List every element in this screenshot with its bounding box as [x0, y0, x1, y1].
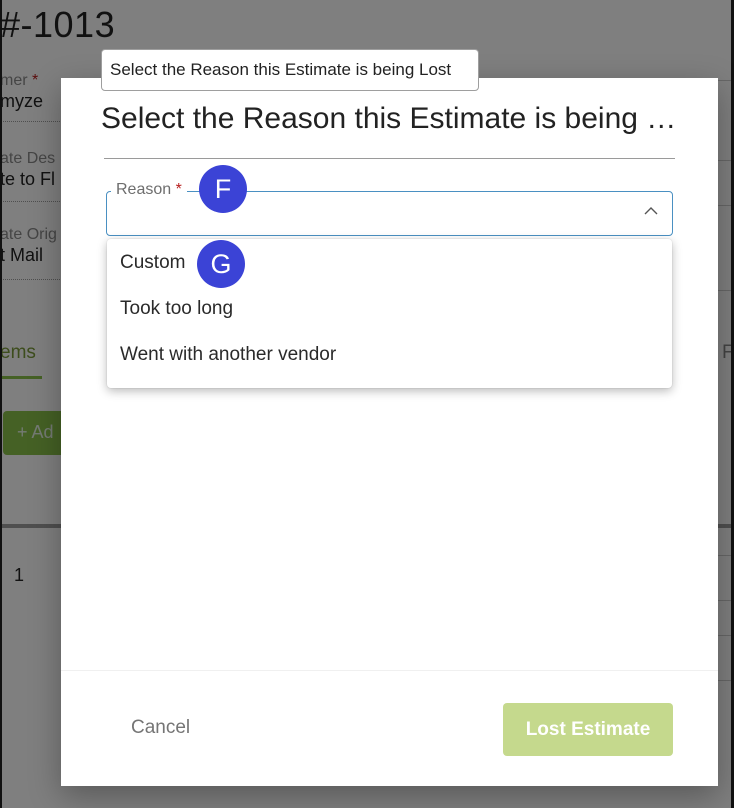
title-tooltip: Select the Reason this Estimate is being…	[101, 49, 479, 91]
chevron-up-icon[interactable]	[644, 204, 658, 218]
marker-g: G	[197, 240, 245, 288]
reason-label-text: Reason	[116, 181, 172, 198]
reason-dropdown-menu: Custom Took too long Went with another v…	[107, 239, 672, 388]
option-took-too-long[interactable]: Took too long	[107, 286, 672, 332]
option-went-with-another-vendor[interactable]: Went with another vendor	[107, 332, 672, 378]
required-mark: *	[175, 181, 182, 198]
lost-estimate-button[interactable]: Lost Estimate	[503, 703, 673, 756]
title-divider	[104, 158, 675, 159]
dialog-title: Select the Reason this Estimate is being…	[101, 102, 681, 135]
option-custom[interactable]: Custom	[107, 240, 672, 286]
cancel-button[interactable]: Cancel	[117, 704, 227, 752]
marker-f: F	[199, 165, 247, 213]
lost-reason-dialog: Select the Reason this Estimate is being…	[61, 78, 718, 786]
reason-label: Reason *	[111, 178, 187, 202]
footer-divider	[61, 670, 718, 671]
reason-select[interactable]	[106, 191, 673, 236]
